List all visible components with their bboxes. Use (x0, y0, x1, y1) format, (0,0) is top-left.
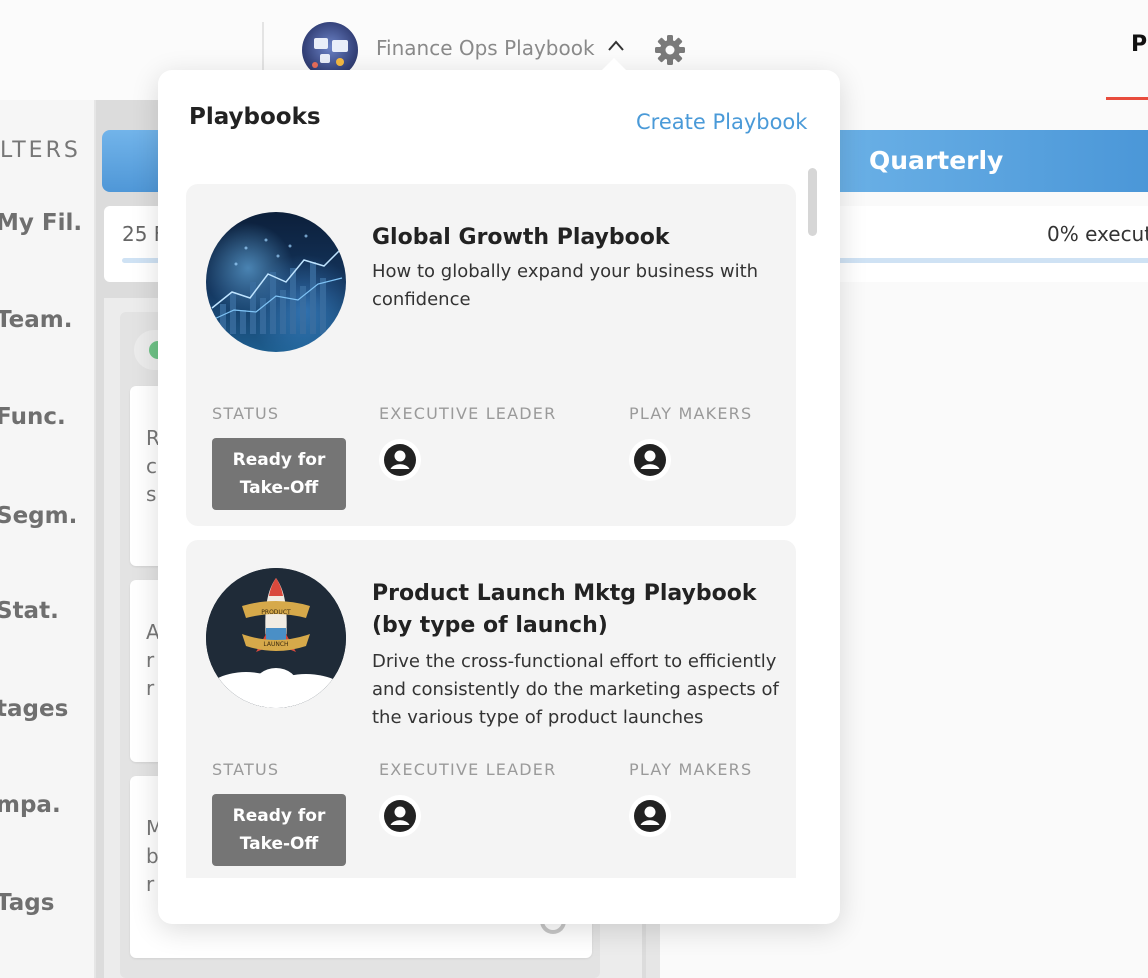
playbook-name: Global Growth Playbook (372, 225, 670, 250)
playbook-thumbnail: PRODUCT LAUNCH (206, 568, 346, 708)
play-card-text: r (146, 648, 155, 672)
play-makers-label: PLAY MAKERS (629, 760, 753, 779)
executive-leader-label: EXECUTIVE LEADER (379, 404, 557, 423)
play-card-text: r (146, 872, 155, 896)
filter-tags[interactable]: Tags (0, 890, 54, 916)
scrollbar[interactable] (806, 168, 818, 880)
status-line: Ready for (232, 450, 326, 470)
playbook-thumbnail (206, 212, 346, 352)
playbook-list[interactable]: Global Growth Playbook How to globally e… (186, 170, 800, 878)
play-card-text: r (146, 676, 155, 700)
chevron-up-icon[interactable] (606, 38, 626, 54)
filter-company[interactable]: mpa. (0, 792, 61, 818)
status-badge[interactable]: Ready for Take-Off (212, 794, 346, 866)
status-label: STATUS (212, 760, 280, 779)
play-card-text: b (146, 844, 159, 868)
status-label: STATUS (212, 404, 280, 423)
current-playbook-title[interactable]: Finance Ops Playbook (376, 36, 595, 60)
playbook-name: Product Launch Mktg Playbook (by type of… (372, 581, 757, 638)
play-card-text: c (146, 454, 157, 478)
scrollbar-thumb[interactable] (808, 168, 817, 236)
filter-my-filters[interactable]: My Fil. (0, 210, 82, 236)
popover-arrow (600, 58, 628, 72)
status-badge[interactable]: Ready for Take-Off (212, 438, 346, 510)
user-circle-icon[interactable] (629, 795, 671, 837)
filter-function[interactable]: Func. (0, 404, 66, 430)
stage-progress-quarterly (838, 258, 1148, 263)
status-line: Ready for (232, 806, 326, 826)
popover-title: Playbooks (189, 104, 321, 130)
gear-icon[interactable] (653, 33, 687, 67)
filters-title: LTERS (0, 138, 81, 163)
playbook-description: Drive the cross-functional effort to eff… (372, 651, 779, 728)
stage-title-quarterly: Quarterly (869, 146, 1004, 175)
filter-status[interactable]: Stat. (0, 598, 59, 624)
playbook-card-global-growth[interactable]: Global Growth Playbook How to globally e… (186, 184, 796, 526)
playbook-card-product-launch[interactable]: PRODUCT LAUNCH Product Launch Mktg Playb… (186, 540, 796, 878)
status-line: Take-Off (239, 834, 319, 854)
user-circle-icon[interactable] (629, 439, 671, 481)
filters-panel: LTERS My Fil. Team. Func. Segm. Stat. ta… (0, 100, 94, 978)
executive-leader-label: EXECUTIVE LEADER (379, 760, 557, 779)
filter-stages[interactable]: tages (0, 696, 68, 722)
banner-text: PRODUCT (261, 609, 291, 616)
filter-team[interactable]: Team. (0, 307, 72, 333)
user-circle-icon[interactable] (379, 439, 421, 481)
create-playbook-link[interactable]: Create Playbook (636, 110, 807, 134)
stage-summary-count: 25 F (122, 222, 162, 246)
play-card-text: s (146, 482, 157, 506)
filter-segment[interactable]: Segm. (0, 503, 77, 529)
playbook-description: How to globally expand your business wit… (372, 261, 759, 310)
status-line: Take-Off (239, 478, 319, 498)
play-makers-label: PLAY MAKERS (629, 404, 753, 423)
tab-right[interactable]: P (1131, 32, 1147, 57)
user-circle-icon[interactable] (379, 795, 421, 837)
banner-text: LAUNCH (263, 641, 288, 648)
execution-percent: 0% execut (1047, 222, 1148, 246)
